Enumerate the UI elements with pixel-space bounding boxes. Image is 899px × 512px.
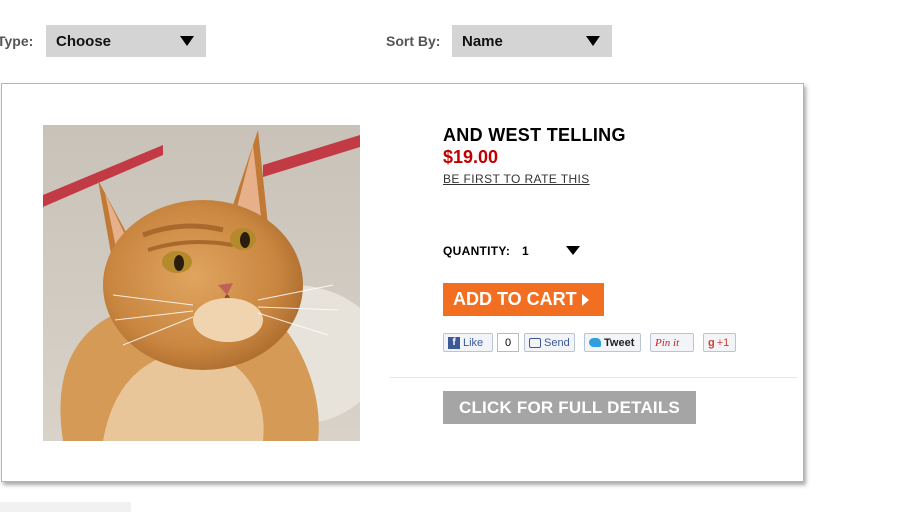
facebook-like-button[interactable]: f Like [443, 333, 493, 352]
add-to-cart-button[interactable]: ADD TO CART [443, 283, 604, 316]
pinterest-button[interactable]: Pin it [650, 333, 694, 352]
sort-select[interactable]: Name [452, 25, 612, 57]
divider [390, 377, 797, 378]
arrow-right-icon [581, 293, 589, 306]
chevron-down-icon [180, 36, 194, 46]
facebook-icon: f [448, 336, 460, 349]
twitter-bird-icon [589, 338, 601, 347]
google-plus-icon: g [708, 336, 715, 349]
type-select-value: Choose [56, 32, 112, 50]
quantity-select[interactable]: 1 [522, 244, 529, 258]
product-image[interactable] [43, 125, 360, 441]
tweet-button[interactable]: Tweet [584, 333, 641, 352]
cat-photo-icon [43, 125, 360, 441]
google-plus-button[interactable]: g +1 [703, 333, 736, 352]
product-title[interactable]: AND WEST TELLING [443, 125, 626, 146]
type-select[interactable]: Choose [46, 25, 206, 57]
add-to-cart-label: ADD TO CART [453, 289, 577, 309]
like-count: 0 [497, 333, 519, 352]
google-plus-label: +1 [716, 336, 730, 349]
chevron-down-icon [586, 36, 600, 46]
send-label: Send [544, 336, 570, 349]
rate-link[interactable]: BE FIRST TO RATE THIS [443, 172, 590, 186]
product-price: $19.00 [443, 147, 499, 167]
pinterest-label: Pin it [655, 336, 680, 349]
product-card: AND WEST TELLING $19.00 BE FIRST TO RATE… [1, 83, 804, 482]
chevron-down-icon[interactable] [566, 246, 580, 255]
type-filter-label: Type: [0, 33, 34, 49]
footer-strip [0, 502, 131, 512]
facebook-send-button[interactable]: Send [524, 333, 575, 352]
tweet-label: Tweet [604, 336, 635, 349]
like-label: Like [463, 336, 484, 349]
sort-select-value: Name [462, 32, 503, 50]
speech-bubble-icon [529, 337, 541, 348]
full-details-button[interactable]: CLICK FOR FULL DETAILS [443, 391, 696, 424]
sort-by-label: Sort By: [386, 33, 441, 49]
quantity-label: QUANTITY: [443, 244, 511, 258]
